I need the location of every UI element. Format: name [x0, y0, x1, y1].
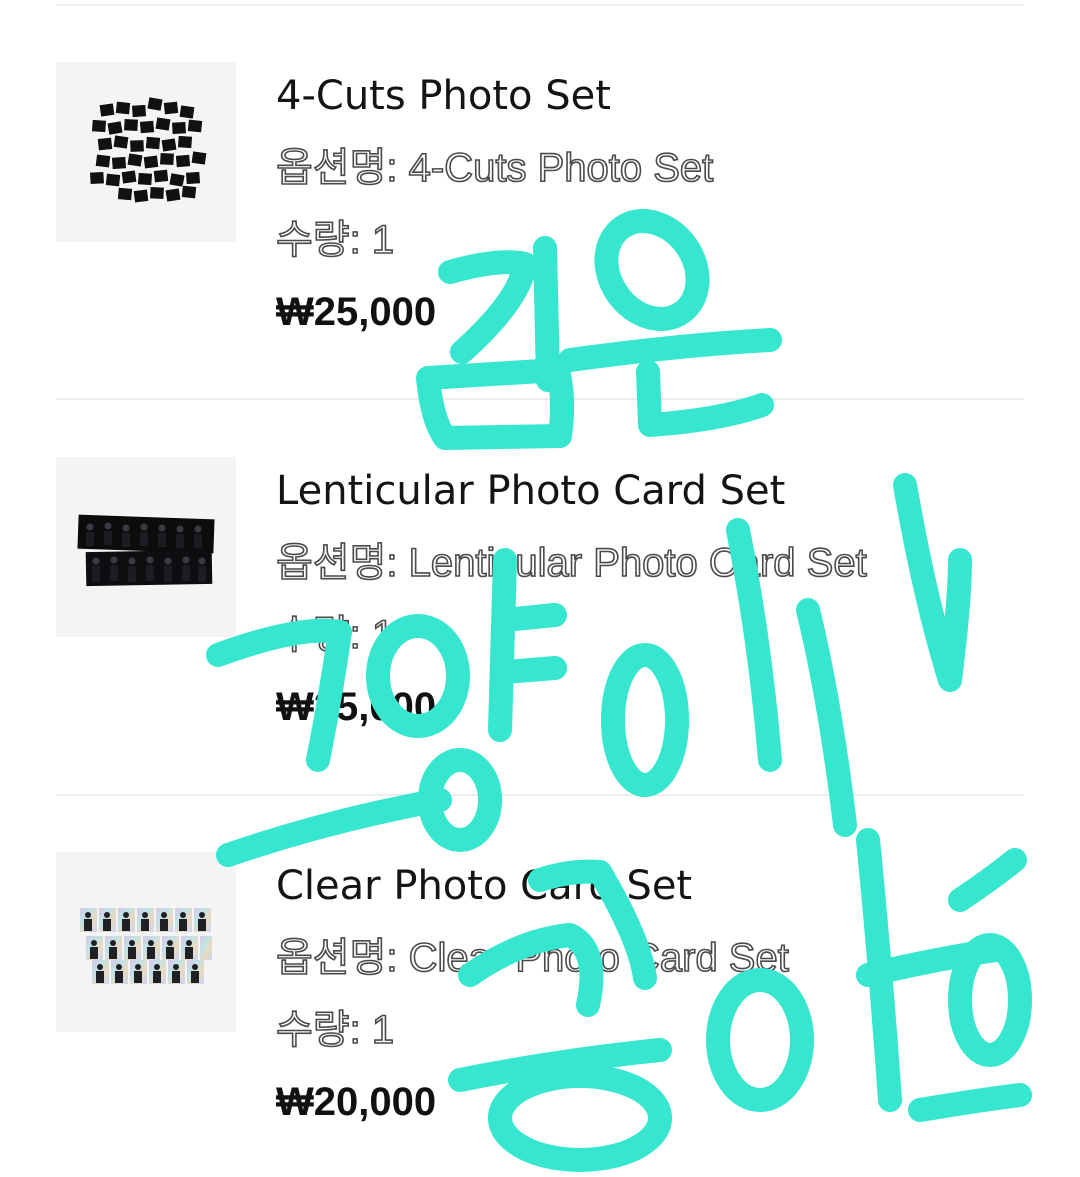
divider-1: [56, 398, 1024, 400]
product-name[interactable]: Lenticular Photo Card Set: [276, 467, 1016, 515]
quantity-value: 1: [371, 1007, 395, 1053]
option-value: Lenticular Photo Card Set: [408, 540, 868, 586]
divider-2: [56, 794, 1024, 796]
price: ₩20,000: [276, 1080, 437, 1124]
option-value: 4-Cuts Photo Set: [408, 145, 714, 191]
item-info: 4-Cuts Photo Set 옵션명: 4-Cuts Photo Set 수…: [275, 72, 1016, 336]
order-item[interactable]: 4-Cuts Photo Set 옵션명: 4-Cuts Photo Set 수…: [56, 62, 1024, 334]
quantity-value: 1: [371, 612, 395, 658]
price: ₩25,000: [276, 290, 437, 334]
product-name[interactable]: Clear Photo Card Set: [276, 862, 1016, 910]
item-info: Clear Photo Card Set 옵션명: Clear Photo Ca…: [275, 862, 1016, 1126]
option-value: Clear Photo Card Set: [408, 935, 790, 981]
order-item[interactable]: Lenticular Photo Card Set 옵션명: Lenticula…: [56, 457, 1024, 729]
option-line: 옵션명: Lenticular Photo Card Set: [275, 539, 1016, 587]
product-thumbnail[interactable]: [56, 62, 236, 242]
item-info: Lenticular Photo Card Set 옵션명: Lenticula…: [275, 467, 1016, 731]
quantity-line: 수량: 1: [275, 1006, 1016, 1054]
product-thumbnail[interactable]: [56, 852, 236, 1032]
quantity-line: 수량: 1: [275, 611, 1016, 659]
option-label: 옵션명:: [275, 540, 398, 586]
option-line: 옵션명: Clear Photo Card Set: [275, 934, 1016, 982]
price: ₩25,000: [276, 685, 437, 729]
option-label: 옵션명:: [275, 935, 398, 981]
quantity-label: 수량:: [275, 1007, 361, 1053]
option-line: 옵션명: 4-Cuts Photo Set: [275, 144, 1016, 192]
product-name[interactable]: 4-Cuts Photo Set: [276, 72, 1016, 120]
option-label: 옵션명:: [275, 145, 398, 191]
quantity-value: 1: [371, 217, 395, 263]
divider-top: [56, 4, 1024, 6]
product-thumbnail[interactable]: [56, 457, 236, 637]
quantity-label: 수량:: [275, 217, 361, 263]
order-item[interactable]: Clear Photo Card Set 옵션명: Clear Photo Ca…: [56, 852, 1024, 1124]
quantity-label: 수량:: [275, 612, 361, 658]
quantity-line: 수량: 1: [275, 216, 1016, 264]
